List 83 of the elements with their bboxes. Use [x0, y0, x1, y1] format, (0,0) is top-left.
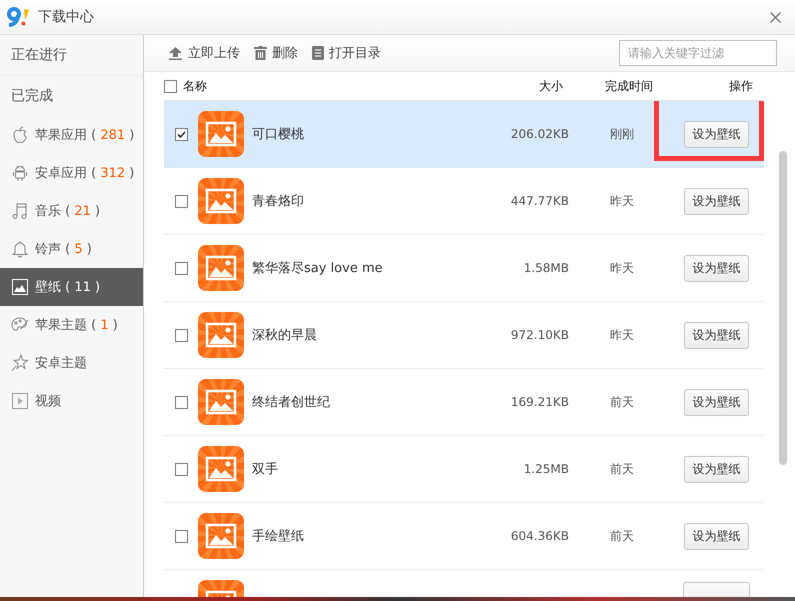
music-note-icon — [12, 202, 28, 220]
sidebar-item[interactable]: 安卓应用 ( 312 ) — [0, 154, 143, 192]
toolbar-button[interactable]: 删除 — [254, 44, 298, 62]
completion-time: 前天 — [609, 528, 635, 544]
document-icon — [312, 46, 324, 60]
completion-time: 前天 — [609, 394, 635, 410]
android-icon — [12, 164, 28, 182]
apple-icon — [12, 126, 28, 144]
completion-time: 前天 — [609, 460, 635, 478]
set-wallpaper-button[interactable]: 设为壁纸 — [684, 120, 749, 148]
set-wallpaper-button[interactable]: 设为壁纸 — [684, 388, 749, 416]
toolbar-button[interactable]: 打开目录 — [312, 44, 381, 62]
app-logo-icon — [6, 7, 30, 27]
file-name: 手绘壁纸 — [252, 528, 305, 545]
column-header: 完成时间 — [604, 78, 653, 94]
file-size: 1.25MB — [522, 462, 569, 476]
wallpaper-app-icon — [198, 312, 244, 358]
checkbox[interactable] — [164, 80, 177, 92]
set-wallpaper-button[interactable]: 设为壁纸 — [684, 188, 749, 214]
palette-icon — [11, 317, 29, 333]
file-size: 1.58MB — [522, 261, 569, 275]
checkbox[interactable] — [174, 194, 188, 208]
wallpaper-app-icon — [198, 379, 244, 425]
sidebar-item[interactable]: 苹果应用 ( 281 ) — [0, 116, 143, 154]
sidebar-item[interactable]: 苹果主题 ( 1 ) — [0, 306, 143, 344]
set-wallpaper-button[interactable]: 设为壁纸 — [684, 254, 749, 282]
checkbox[interactable] — [174, 262, 188, 274]
sidebar-item[interactable]: 安卓主题 — [0, 344, 143, 382]
star-icon — [11, 354, 29, 372]
sidebar-item[interactable]: 铃声 ( 5 ) — [0, 230, 143, 268]
file-name: 双手 — [252, 461, 279, 478]
wallpaper-app-icon — [198, 446, 244, 492]
checkbox[interactable] — [174, 396, 188, 408]
file-name: 繁华落尽say love me — [252, 260, 384, 277]
file-row[interactable]: 可口樱桃 206.02KB 刚刚 设为壁纸 — [164, 101, 764, 168]
upload-icon — [168, 46, 183, 60]
file-row[interactable]: 终结者创世纪 169.21KB 前天 设为壁纸 — [164, 369, 764, 436]
window-title: 下载中心 — [38, 8, 94, 26]
completion-time: 昨天 — [609, 192, 635, 210]
file-name: 青春烙印 — [252, 193, 305, 210]
scrollbar-thumb[interactable] — [779, 151, 787, 465]
file-row[interactable]: 深秋的早晨 972.10KB 昨天 设为壁纸 — [164, 302, 764, 369]
set-wallpaper-button[interactable]: 设为壁纸 — [684, 322, 749, 348]
file-name: 可口樱桃 — [252, 126, 305, 143]
file-name: 深秋的早晨 — [252, 327, 318, 344]
section-label: 已完成 — [11, 87, 53, 105]
bell-icon — [12, 240, 28, 258]
section-label[interactable]: 正在进行 — [11, 46, 67, 64]
toolbar-button[interactable]: 立即上传 — [168, 44, 240, 62]
set-wallpaper-button[interactable]: 设为壁纸 — [684, 522, 749, 550]
sidebar-item[interactable]: 音乐 ( 21 ) — [0, 192, 143, 230]
wallpaper-app-icon — [198, 513, 244, 559]
play-icon — [12, 393, 28, 409]
picture-icon — [12, 279, 28, 295]
file-size: 604.36KB — [510, 529, 569, 543]
wallpaper-app-icon — [198, 245, 244, 291]
search-field[interactable]: 请输入关键字过滤 — [619, 40, 777, 66]
checkbox[interactable] — [174, 328, 188, 342]
completion-time: 昨天 — [609, 326, 635, 344]
column-header: 大小 — [538, 78, 563, 94]
wallpaper-app-icon — [198, 111, 244, 157]
sidebar-item[interactable]: 壁纸 ( 11 ) — [0, 268, 143, 306]
file-size: 169.21KB — [510, 395, 569, 409]
set-wallpaper-button[interactable]: 设为壁纸 — [684, 456, 749, 482]
checkbox[interactable] — [174, 462, 188, 476]
file-size: 972.10KB — [510, 328, 569, 342]
sidebar-item[interactable]: 视频 — [0, 382, 143, 420]
file-row[interactable]: 双手 1.25MB 前天 设为壁纸 — [164, 436, 764, 503]
completion-time: 刚刚 — [609, 126, 635, 142]
completion-time: 昨天 — [609, 260, 635, 276]
column-header: 名称 — [183, 78, 208, 94]
file-size: 206.02KB — [510, 127, 569, 141]
trash-icon — [254, 46, 267, 60]
wallpaper-app-icon — [198, 178, 244, 224]
file-row[interactable]: 繁华落尽say love me 1.58MB 昨天 设为壁纸 — [164, 235, 764, 302]
file-name: 终结者创世纪 — [252, 394, 331, 411]
file-row[interactable]: 青春烙印 447.77KB 昨天 设为壁纸 — [164, 168, 764, 235]
checkbox[interactable] — [174, 530, 188, 542]
column-header: 操作 — [728, 78, 753, 94]
checkbox[interactable] — [174, 128, 188, 140]
file-size: 447.77KB — [510, 194, 569, 208]
close-icon[interactable] — [770, 12, 781, 22]
file-row[interactable]: 手绘壁纸 604.36KB 前天 设为壁纸 — [164, 503, 764, 570]
